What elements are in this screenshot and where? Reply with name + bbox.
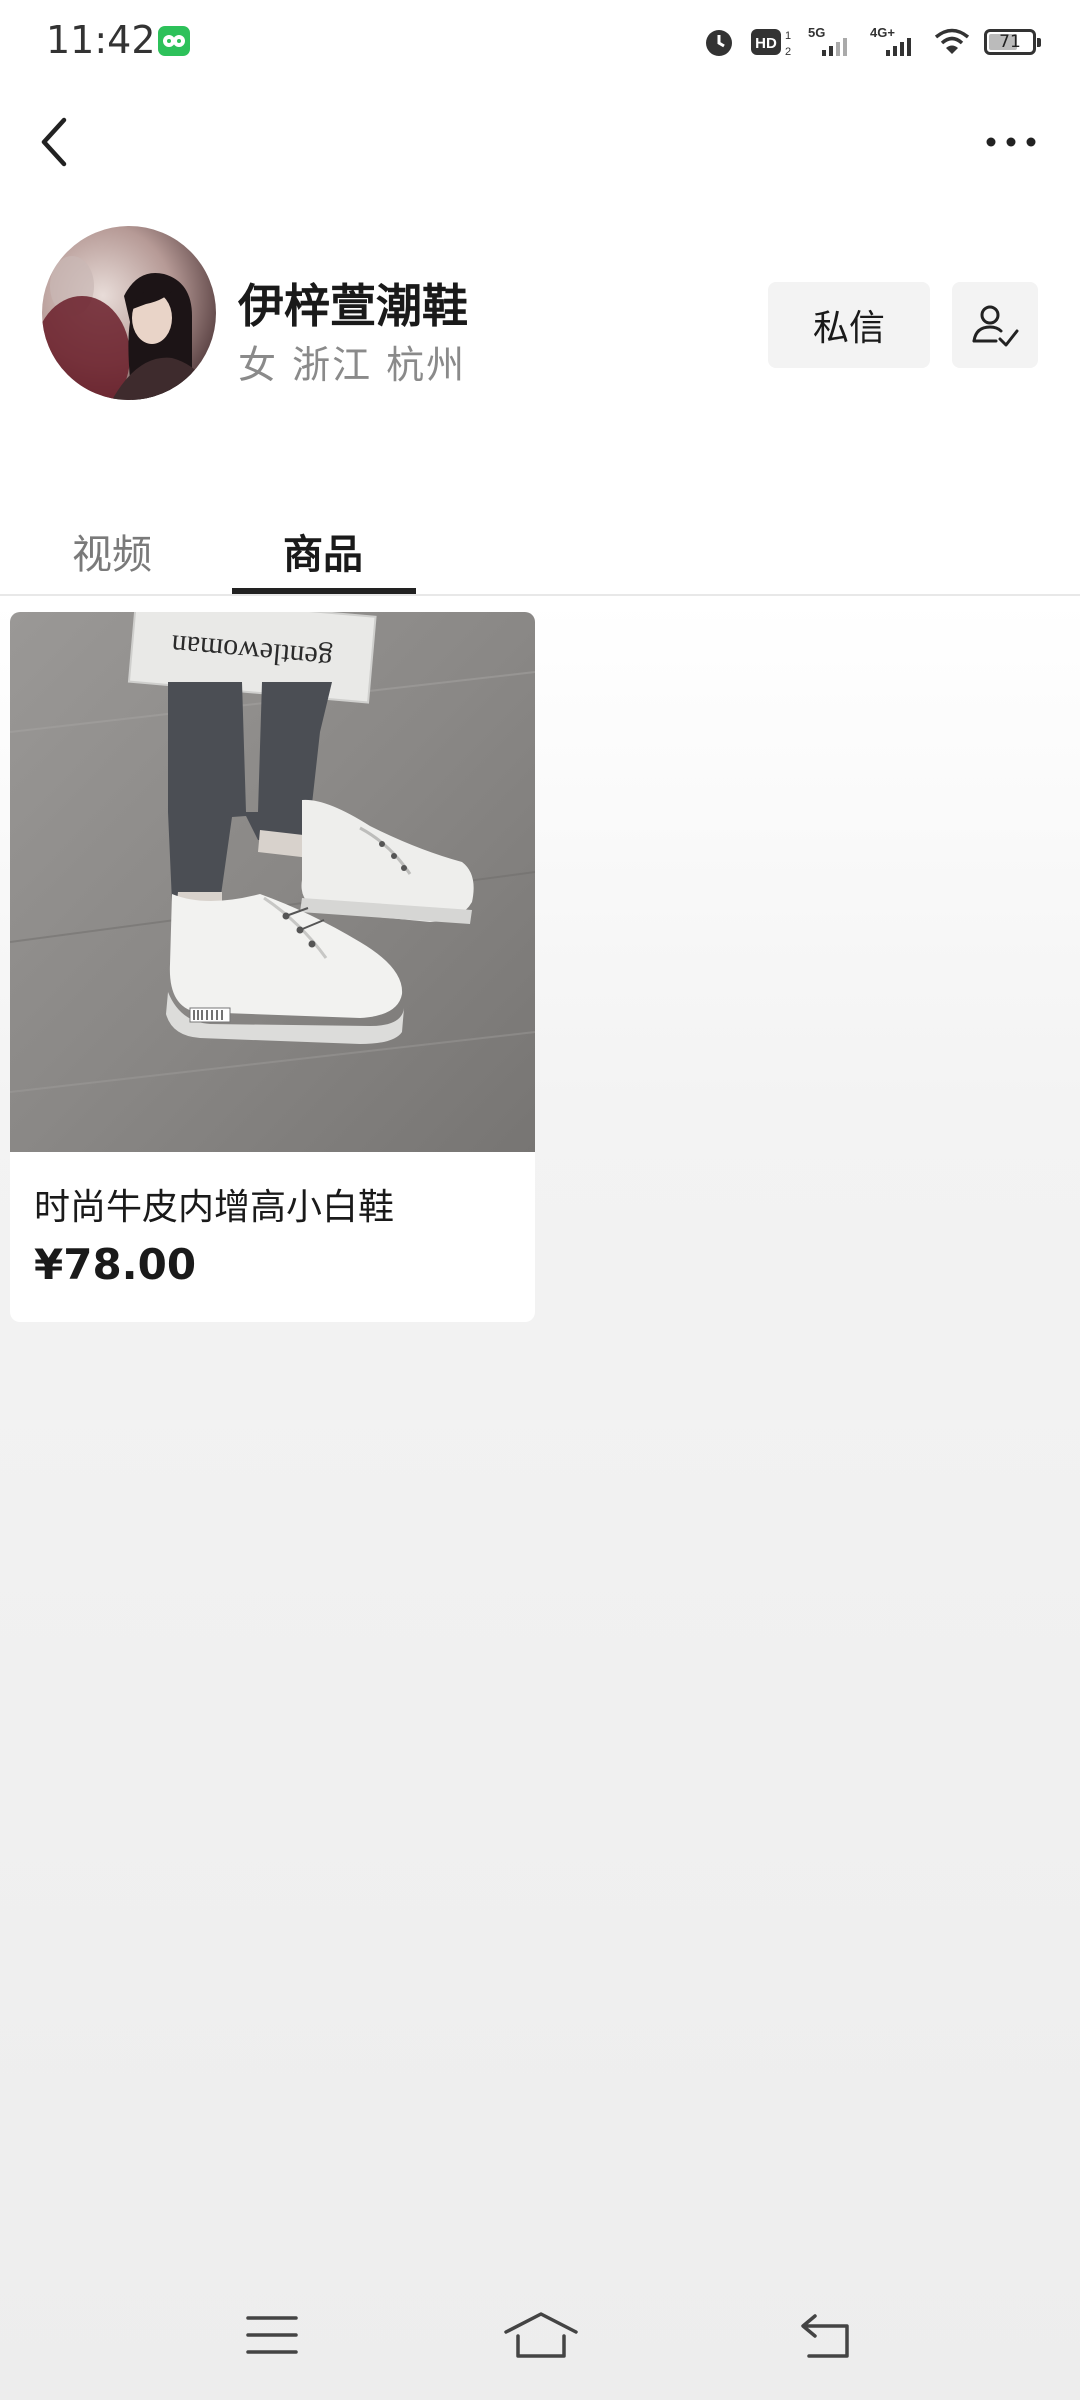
follow-button[interactable] (952, 282, 1038, 368)
hd-icon: HD 1 2 (751, 29, 791, 58)
back-icon[interactable] (795, 2310, 855, 2364)
avatar[interactable] (42, 226, 216, 400)
tab-goods[interactable]: 商品 (283, 522, 363, 580)
tab-divider (0, 594, 1080, 596)
user-check-icon (972, 305, 1019, 347)
product-title: 时尚牛皮内增高小白鞋 (34, 1187, 395, 1228)
alarm-icon (706, 30, 732, 56)
signal-5g-icon: 5G (808, 25, 847, 56)
wechat-icon (158, 26, 190, 56)
svg-text:4G+: 4G+ (870, 25, 895, 40)
svg-text:2: 2 (785, 46, 791, 58)
battery-text: 71 (999, 32, 1021, 52)
status-bar: 11:42 HD 1 2 5G 4G+ 71 (0, 0, 1080, 84)
message-button[interactable]: 私信 (768, 282, 930, 368)
profile-meta: 女 浙江 杭州 (238, 343, 467, 387)
signal-4g-icon: 4G+ (870, 25, 911, 56)
battery-icon: 71 (984, 29, 1041, 55)
status-time: 11:42 (46, 18, 156, 62)
status-icons: HD 1 2 5G 4G+ 71 (702, 22, 1041, 62)
svg-text:HD: HD (755, 35, 777, 52)
profile-name: 伊梓萱潮鞋 (238, 279, 468, 333)
more-button[interactable] (980, 120, 1044, 164)
svg-text:1: 1 (785, 30, 791, 42)
back-button[interactable] (30, 108, 80, 176)
home-icon[interactable] (500, 2310, 582, 2364)
more-horizontal-icon (986, 137, 1036, 147)
menu-icon[interactable] (242, 2310, 302, 2360)
tab-video[interactable]: 视频 (72, 522, 152, 580)
svg-text:5G: 5G (808, 25, 825, 40)
chevron-left-icon (41, 117, 67, 167)
wifi-icon (934, 28, 970, 54)
product-card[interactable]: gentlewoman 时尚牛皮内增高小白鞋 ¥78.00 (10, 612, 535, 1322)
product-price: ¥78.00 (34, 1240, 197, 1289)
product-image[interactable]: gentlewoman (10, 612, 535, 1152)
system-nav-bar (0, 2290, 1080, 2380)
